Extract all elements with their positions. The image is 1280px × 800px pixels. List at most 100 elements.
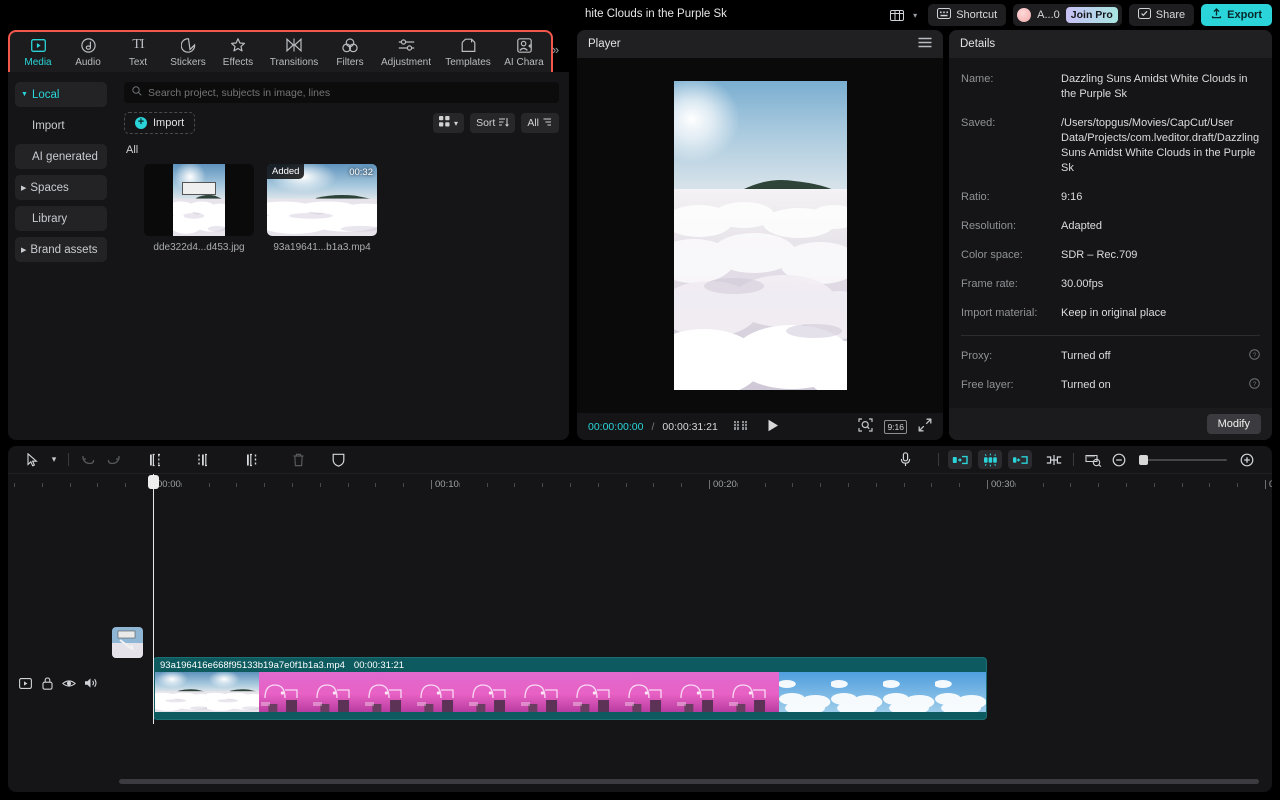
filter-button[interactable]: All — [521, 113, 559, 133]
account-name: A...0 — [1037, 9, 1060, 21]
sidebar-item-import[interactable]: Import — [15, 113, 107, 138]
player-stage[interactable] — [577, 58, 943, 413]
trash-icon[interactable] — [285, 449, 311, 471]
timeline-ruler[interactable]: 00:0000:1000:2000:3000:40 — [8, 474, 1272, 496]
help-icon[interactable]: ? — [1248, 378, 1260, 392]
detail-value: SDR – Rec.709 — [1061, 248, 1260, 263]
tab-ai-chara[interactable]: AI Chara — [499, 37, 549, 68]
media-item[interactable]: Added00:3293a19641...b1a3.mp4 — [267, 164, 377, 253]
snapshot-icon[interactable] — [1080, 449, 1106, 471]
quality-bars-icon[interactable] — [734, 420, 749, 434]
account-button[interactable]: A...0 Join Pro — [1013, 4, 1122, 26]
tab-label: AI Chara — [504, 57, 543, 68]
tab-label: Media — [24, 57, 51, 68]
import-button[interactable]: + Import — [124, 112, 195, 134]
sidebar-item-brand-assets[interactable]: ▶Brand assets — [15, 237, 107, 262]
media-thumbnail[interactable] — [144, 164, 254, 236]
svg-text:?: ? — [1253, 352, 1257, 359]
fullscreen-icon[interactable] — [918, 418, 932, 435]
filmstrip-frame — [675, 672, 727, 712]
zoom-in-icon[interactable] — [1234, 449, 1260, 471]
mirror-icon[interactable] — [948, 450, 972, 469]
export-button[interactable]: Export — [1201, 4, 1272, 26]
track-media-icon[interactable] — [14, 673, 36, 693]
eye-icon[interactable] — [58, 673, 80, 693]
tab-filters[interactable]: Filters — [325, 37, 375, 68]
sidebar-item-ai-generated[interactable]: AI generated — [15, 144, 107, 169]
tab-transitions[interactable]: Transitions — [263, 37, 325, 68]
player-panel: Player — [577, 30, 943, 440]
detail-key: Color space: — [961, 248, 1061, 263]
zoom-out-icon[interactable] — [1106, 449, 1132, 471]
help-icon[interactable]: ? — [1248, 349, 1260, 363]
filter-label: All — [527, 117, 539, 129]
zoom-slider-knob[interactable] — [1139, 455, 1148, 465]
share-button[interactable]: Share — [1129, 4, 1194, 26]
playhead-handle[interactable] — [148, 475, 159, 489]
undo-icon[interactable] — [75, 449, 101, 471]
timeline-horizontal-scrollbar[interactable] — [119, 779, 1259, 784]
tab-templates[interactable]: Templates — [437, 37, 499, 68]
tab-effects[interactable]: Effects — [213, 37, 263, 68]
preview-video-frame — [674, 81, 847, 390]
aspect-ratio-button[interactable]: 9:16 — [884, 420, 907, 434]
shield-icon[interactable] — [325, 449, 351, 471]
detail-value: Turned on — [1061, 378, 1248, 393]
hamburger-menu-icon[interactable] — [918, 37, 932, 51]
detail-key: Ratio: — [961, 190, 1061, 205]
play-icon[interactable] — [767, 419, 779, 435]
sidebar-item-spaces[interactable]: ▶Spaces — [15, 175, 107, 200]
search-input[interactable] — [148, 87, 546, 99]
text-ti-icon: TI — [132, 37, 143, 54]
ruler-tick — [792, 483, 793, 487]
ruler-tick — [1209, 483, 1210, 487]
modify-button[interactable]: Modify — [1207, 414, 1261, 434]
tab-stickers[interactable]: Stickers — [163, 37, 213, 68]
redo-icon[interactable] — [101, 449, 127, 471]
ruler-tick — [598, 483, 599, 487]
tabstrip-more-button[interactable]: » — [552, 42, 559, 57]
media-item[interactable]: dde322d4...d453.jpg — [144, 164, 254, 253]
details-footer: Modify — [949, 408, 1272, 440]
ruler-tick — [570, 483, 571, 487]
layout-switch-button[interactable]: ▾ — [882, 4, 921, 26]
microphone-icon[interactable] — [892, 449, 918, 471]
lock-icon[interactable] — [36, 673, 58, 693]
sidebar-item-local[interactable]: ▼Local — [15, 82, 107, 107]
player-header: Player — [577, 30, 943, 58]
grid-view-icon — [439, 116, 450, 130]
magnifier-frame-icon[interactable] — [858, 418, 873, 435]
trim-right-icon[interactable] — [239, 449, 265, 471]
media-panel: + Import ▾ Sort All — [114, 72, 569, 440]
detail-key: Name: — [961, 72, 1061, 87]
shortcut-button[interactable]: Shortcut — [928, 4, 1006, 26]
tab-audio[interactable]: Audio — [63, 37, 113, 68]
chevron-down-icon[interactable]: ▾ — [46, 449, 62, 471]
ruler-tick — [542, 483, 543, 487]
volume-icon[interactable] — [80, 673, 102, 693]
view-mode-button[interactable]: ▾ — [433, 113, 464, 133]
join-pro-button[interactable]: Join Pro — [1066, 7, 1118, 23]
sidebar-item-label: Library — [32, 213, 67, 225]
ruler-label: 00:40 — [1269, 479, 1272, 490]
chevron-down-icon: ▾ — [913, 11, 917, 20]
share-icon — [1138, 8, 1151, 22]
detail-row: Frame rate:30.00fps — [961, 277, 1260, 292]
tab-adjustment[interactable]: Adjustment — [375, 37, 437, 68]
zoom-slider[interactable] — [1139, 459, 1227, 461]
reverse-icon[interactable] — [1008, 450, 1032, 469]
tab-text[interactable]: TIText — [113, 37, 163, 68]
trim-left-icon[interactable] — [191, 449, 217, 471]
sidebar-item-library[interactable]: Library — [15, 206, 107, 231]
sort-button[interactable]: Sort — [470, 113, 515, 133]
keyframe-icon[interactable] — [1041, 449, 1067, 471]
auto-cut-icon[interactable] — [978, 450, 1002, 469]
cursor-select-icon[interactable] — [20, 449, 46, 471]
media-thumbnail[interactable]: Added00:32 — [267, 164, 377, 236]
timeline-clip[interactable]: 93a196416e668f95133b19a7e0f1b1a3.mp4 00:… — [153, 657, 987, 720]
search-box[interactable] — [124, 82, 559, 103]
media-toolbar: + Import ▾ Sort All — [124, 112, 559, 134]
detail-row: Free layer:Turned on? — [961, 378, 1260, 393]
tab-media[interactable]: Media — [13, 37, 63, 68]
split-icon[interactable] — [143, 449, 169, 471]
